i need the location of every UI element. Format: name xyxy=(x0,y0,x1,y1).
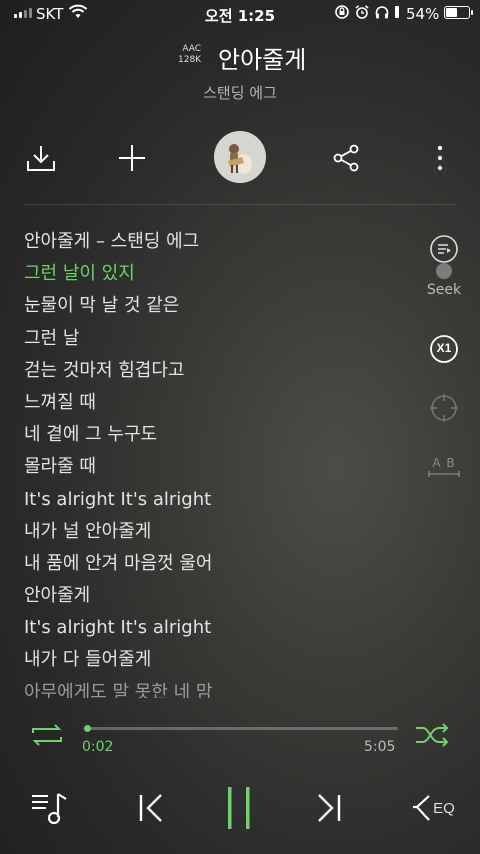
ab-repeat-button[interactable]: A B xyxy=(424,456,464,478)
ab-range-icon xyxy=(428,471,460,477)
crosshair-icon xyxy=(430,394,458,422)
headphones-icon xyxy=(375,6,389,19)
battery-saver-icon xyxy=(395,6,399,18)
lyric-line[interactable]: 네 곁에 그 누구도 xyxy=(24,419,414,451)
speed-button[interactable]: X1 xyxy=(424,334,464,364)
playlist-icon xyxy=(32,793,67,825)
codec-badge: AAC 128K xyxy=(178,44,201,66)
shuffle-icon xyxy=(416,723,449,747)
alarm-icon xyxy=(355,5,369,19)
lyric-line[interactable]: 내 품에 안겨 마음껏 울어 xyxy=(24,548,414,580)
lyric-line[interactable]: 안아줄게 – 스탠딩 에그 xyxy=(24,226,414,258)
lyric-line[interactable]: 아무에게도 말 못한 네 맘 xyxy=(24,677,414,698)
album-art[interactable] xyxy=(214,131,266,183)
share-button[interactable] xyxy=(328,140,364,176)
lyrics-panel[interactable]: 안아줄게 – 스탠딩 에그 그런 날이 있지 눈물이 막 날 것 같은 그런 날 걷는 … xyxy=(24,226,414,698)
next-icon xyxy=(318,794,341,822)
repeat-icon xyxy=(32,724,62,746)
lyric-line[interactable]: 안아줄게 xyxy=(24,580,414,612)
ab-label: A B xyxy=(432,456,456,470)
lyric-line[interactable]: 걷는 것마저 힘겹다고 xyxy=(24,355,414,387)
add-to-playlist-button[interactable] xyxy=(114,140,150,176)
lyric-line[interactable]: 그런 날 xyxy=(24,323,414,355)
more-icon xyxy=(437,145,443,171)
eq-button[interactable]: EQ xyxy=(406,784,460,832)
lyric-line[interactable]: 그런 날이 있지 xyxy=(24,258,414,290)
elapsed-time: 0:02 xyxy=(82,739,114,755)
lyrics-seek-icon xyxy=(430,235,458,279)
shuffle-button[interactable] xyxy=(414,722,450,752)
progress-bar[interactable] xyxy=(84,725,398,732)
previous-button[interactable] xyxy=(126,784,174,832)
divider xyxy=(24,204,456,205)
artist-name[interactable]: 스탠딩 에그 xyxy=(0,82,480,103)
playlist-button[interactable] xyxy=(26,784,74,832)
pause-button[interactable] xyxy=(215,784,263,832)
speaker-icon xyxy=(413,795,430,821)
lyric-line[interactable]: It's alright It's alright xyxy=(24,612,414,644)
codec-format: AAC xyxy=(182,44,202,54)
add-icon xyxy=(119,145,145,171)
rotation-lock-icon xyxy=(335,5,349,19)
seek-label: Seek xyxy=(426,282,462,298)
codec-bitrate: 128K xyxy=(178,55,202,65)
download-button[interactable] xyxy=(23,140,59,176)
speed-label: X1 xyxy=(436,341,452,355)
song-title: 안아줄게 xyxy=(218,46,307,74)
next-button[interactable] xyxy=(306,784,354,832)
lyric-line[interactable]: 몰라줄 때 xyxy=(24,451,414,483)
lyric-line[interactable]: 눈물이 막 날 것 같은 xyxy=(24,290,414,322)
battery-percent: 54% xyxy=(406,5,440,23)
lyric-line[interactable]: 느껴질 때 xyxy=(24,387,414,419)
share-icon xyxy=(333,144,359,172)
repeat-button[interactable] xyxy=(30,722,64,752)
battery-icon xyxy=(444,6,473,19)
eq-label: EQ xyxy=(433,799,455,817)
pause-icon xyxy=(228,787,250,829)
previous-icon xyxy=(139,794,162,822)
seek-toggle[interactable]: Seek xyxy=(424,234,464,298)
status-icons xyxy=(334,4,400,20)
total-time: 5:05 xyxy=(364,739,396,755)
lyric-line[interactable]: 내가 널 안아줄게 xyxy=(24,516,414,548)
progress-knob[interactable] xyxy=(84,725,91,732)
more-button[interactable] xyxy=(422,140,458,176)
status-bar: SKT 오전 1:25 54% xyxy=(0,0,480,28)
download-icon xyxy=(27,146,55,171)
focus-button[interactable] xyxy=(424,393,464,423)
lyric-line[interactable]: 내가 다 들어줄게 xyxy=(24,644,414,676)
lyric-line[interactable]: It's alright It's alright xyxy=(24,484,414,516)
